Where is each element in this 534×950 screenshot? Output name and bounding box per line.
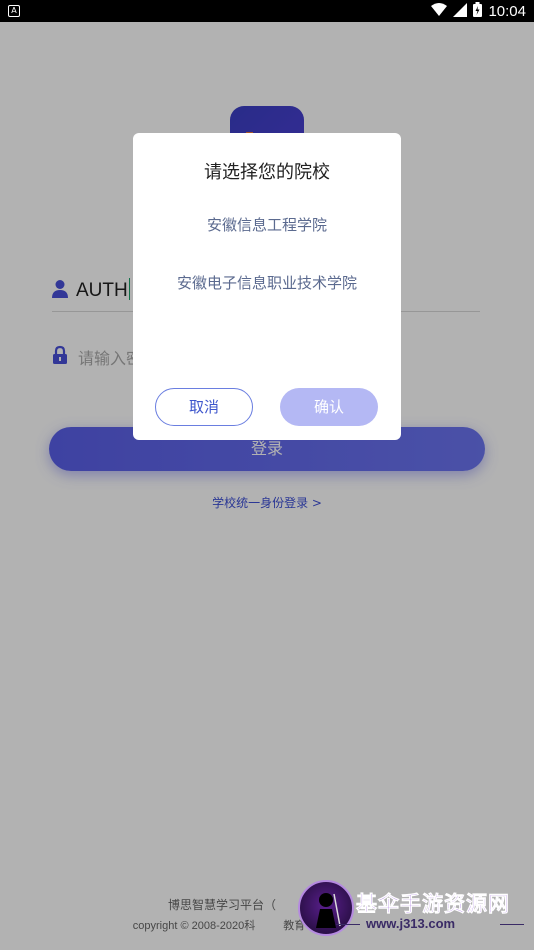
confirm-button[interactable]: 确认 <box>280 388 378 426</box>
school-select-dialog: 请选择您的院校 安徽信息工程学院 安徽电子信息职业技术学院 取消 确认 <box>133 133 401 440</box>
watermark-dash-left <box>336 924 360 925</box>
signal-icon <box>453 2 468 21</box>
watermark-logo <box>298 880 354 936</box>
clock: 10:04 <box>488 2 526 20</box>
dialog-title: 请选择您的院校 <box>204 162 330 183</box>
watermark-dash-right <box>500 924 524 925</box>
status-icons: 10:04 <box>431 0 526 22</box>
status-bar: A 10:04 <box>0 0 534 22</box>
battery-icon <box>473 1 483 21</box>
watermark-name: 基伞手游资源网 <box>356 892 510 917</box>
watermark-url: www.j313.com <box>366 916 456 931</box>
notification-app-icon: A <box>8 5 20 17</box>
school-option[interactable]: 安徽电子信息职业技术学院 <box>133 272 401 293</box>
school-option[interactable]: 安徽信息工程学院 <box>133 214 401 235</box>
wifi-icon <box>431 2 448 21</box>
cancel-button[interactable]: 取消 <box>155 388 253 426</box>
watermark: 基伞手游资源网 www.j313.com <box>296 878 534 942</box>
